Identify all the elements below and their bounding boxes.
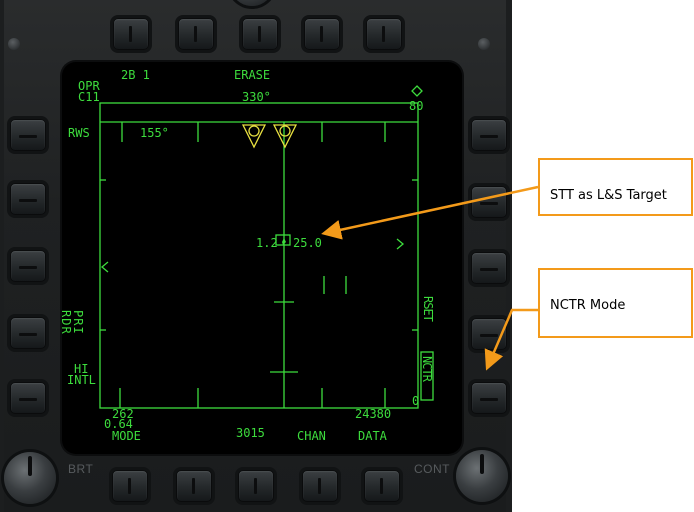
callout-arrows [321, 185, 539, 371]
nctr-arrow [484, 308, 538, 371]
stt-arrow [321, 185, 539, 240]
